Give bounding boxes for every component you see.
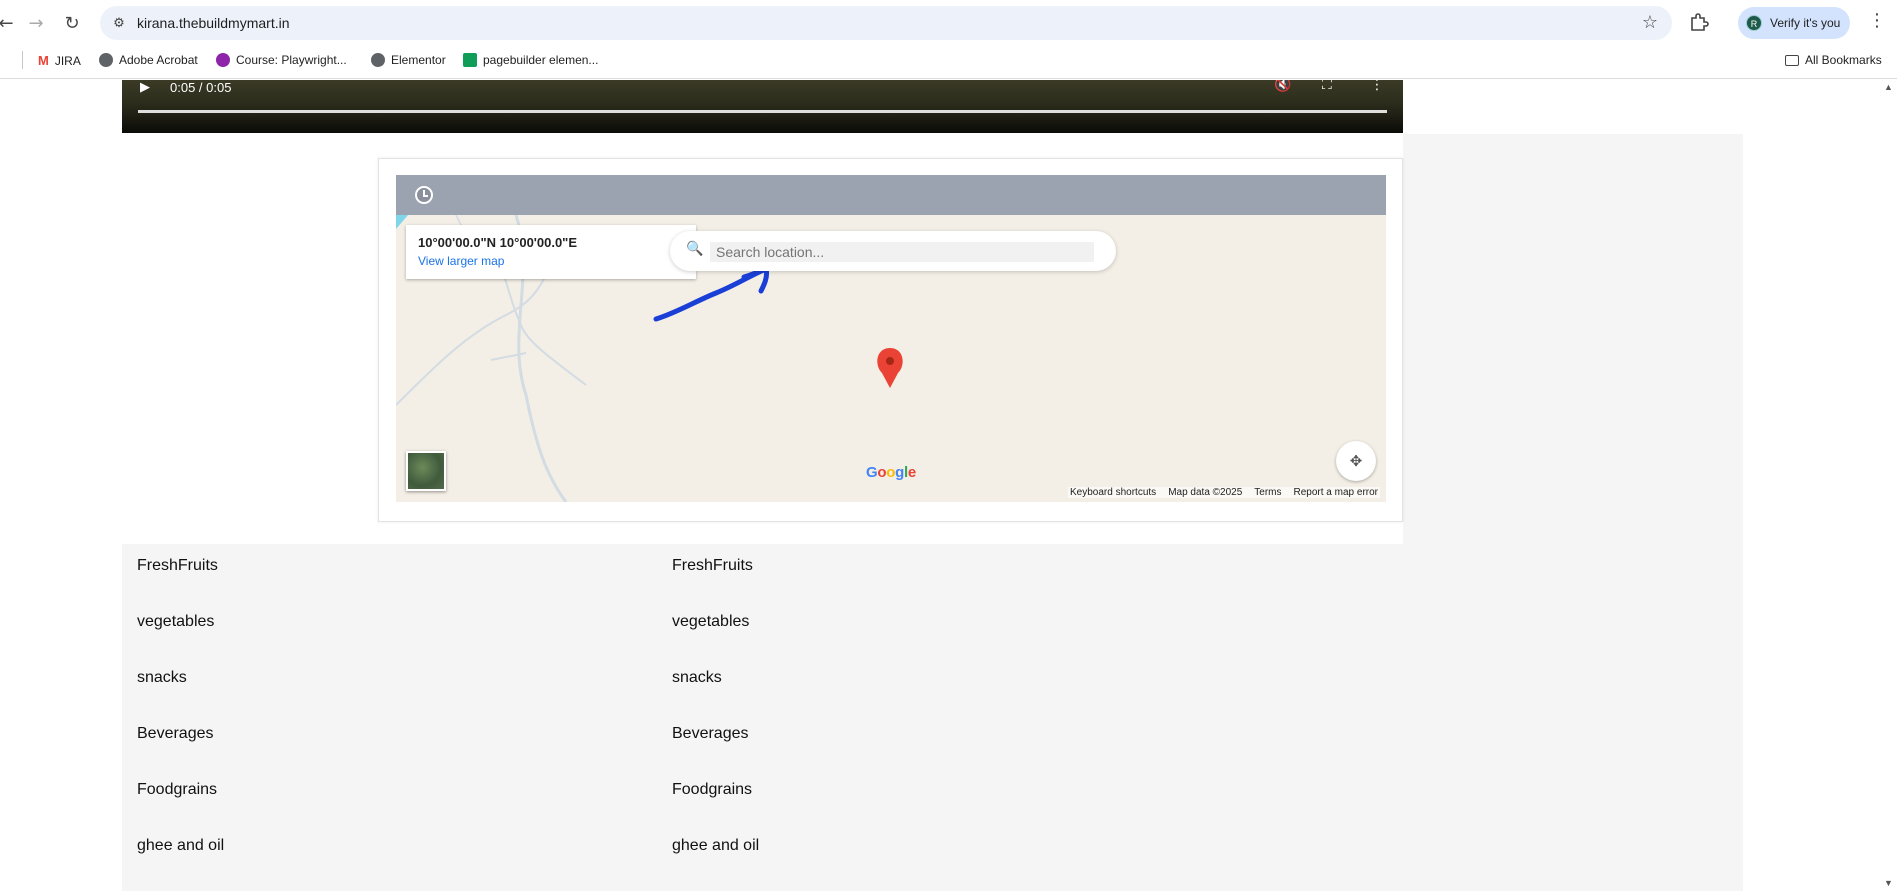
location-search[interactable]: 🔍 bbox=[670, 231, 1116, 271]
bookmark-adobe-acrobat[interactable]: Adobe Acrobat bbox=[99, 53, 198, 67]
side-panel bbox=[1403, 134, 1743, 544]
extensions-icon[interactable] bbox=[1687, 11, 1711, 35]
category-link-left[interactable]: FreshFruits bbox=[137, 557, 218, 575]
mute-icon[interactable]: 🔇 bbox=[1274, 80, 1291, 93]
folder-icon bbox=[1785, 54, 1799, 66]
map-widget: 10°00'00.0"N 10°00'00.0"E View larger ma… bbox=[378, 158, 1403, 522]
all-bookmarks-label: All Bookmarks bbox=[1805, 53, 1882, 67]
map-header bbox=[396, 175, 1386, 215]
bookmark-label: Elementor bbox=[391, 53, 446, 67]
bookmarks-divider bbox=[22, 51, 23, 69]
globe-icon bbox=[99, 53, 113, 67]
map-camera-controls-icon[interactable]: ✥ bbox=[1336, 441, 1376, 481]
apps-icon[interactable] bbox=[0, 53, 8, 65]
site-settings-icon[interactable]: ⚙ bbox=[110, 14, 128, 32]
bookmark-label: Adobe Acrobat bbox=[119, 53, 198, 67]
location-pin-icon[interactable] bbox=[877, 348, 903, 388]
video-player[interactable]: ▶ 0:05 / 0:05 🔇 ⛶ ⋮ bbox=[122, 80, 1403, 133]
browser-toolbar: ← → ↻ ⚙ kirana.thebuildmymart.in ☆ R Ver… bbox=[0, 0, 1897, 45]
bookmark-label: Course: Playwright... bbox=[236, 53, 347, 67]
bookmark-star-icon[interactable]: ☆ bbox=[1642, 12, 1658, 33]
report-map-error-link[interactable]: Report a map error bbox=[1294, 487, 1378, 498]
category-link-right[interactable]: ghee and oil bbox=[672, 837, 759, 855]
keyboard-shortcuts-link[interactable]: Keyboard shortcuts bbox=[1070, 487, 1156, 498]
all-bookmarks-button[interactable]: All Bookmarks bbox=[1785, 53, 1882, 67]
fullscreen-icon[interactable]: ⛶ bbox=[1322, 80, 1332, 93]
category-link-left[interactable]: snacks bbox=[137, 669, 187, 687]
category-link-right[interactable]: FreshFruits bbox=[672, 557, 753, 575]
bookmark-course-playwright[interactable]: Course: Playwright... bbox=[216, 53, 347, 67]
verify-profile-button[interactable]: R Verify it's you bbox=[1738, 7, 1850, 39]
category-link-left[interactable]: Beverages bbox=[137, 725, 214, 743]
category-link-right[interactable]: Beverages bbox=[672, 725, 749, 743]
scrollbar-down-arrow[interactable]: ▼ bbox=[1884, 878, 1893, 888]
category-link-left[interactable]: vegetables bbox=[137, 613, 214, 631]
reload-icon[interactable]: ↻ bbox=[60, 11, 84, 35]
category-list-area bbox=[122, 544, 1743, 891]
bookmark-label: JIRA bbox=[54, 53, 81, 68]
bookmark-label: pagebuilder elemen... bbox=[483, 53, 599, 67]
map-canvas[interactable]: 10°00'00.0"N 10°00'00.0"E View larger ma… bbox=[396, 215, 1386, 502]
bookmarks-bar: M JIRA Adobe Acrobat Course: Playwright.… bbox=[0, 45, 1897, 79]
category-link-left[interactable]: ghee and oil bbox=[137, 837, 224, 855]
forward-icon[interactable]: → bbox=[24, 11, 48, 35]
course-icon bbox=[216, 53, 230, 67]
globe-icon bbox=[371, 53, 385, 67]
browser-menu-icon[interactable]: ⋮ bbox=[1868, 10, 1886, 34]
url-text[interactable]: kirana.thebuildmymart.in bbox=[137, 15, 290, 31]
gmail-icon: M bbox=[38, 53, 49, 68]
avatar: R bbox=[1746, 15, 1762, 31]
category-link-right[interactable]: vegetables bbox=[672, 613, 749, 631]
view-larger-map-link[interactable]: View larger map bbox=[418, 254, 504, 268]
scrollbar-up-arrow[interactable]: ▲ bbox=[1884, 82, 1893, 92]
satellite-toggle-button[interactable] bbox=[406, 451, 446, 491]
coordinates-text: 10°00'00.0"N 10°00'00.0"E bbox=[418, 235, 578, 250]
address-bar[interactable]: ⚙ kirana.thebuildmymart.in ☆ bbox=[100, 6, 1672, 40]
bookmark-pagebuilder[interactable]: pagebuilder elemen... bbox=[463, 53, 598, 67]
google-logo: Google bbox=[866, 464, 916, 481]
play-icon[interactable]: ▶ bbox=[140, 80, 150, 95]
bookmark-jira[interactable]: M JIRA bbox=[38, 53, 81, 68]
search-location-input[interactable] bbox=[710, 242, 1094, 262]
clock-icon[interactable] bbox=[415, 186, 433, 204]
page-content: ▶ 0:05 / 0:05 🔇 ⛶ ⋮ 10°00'00.0"N 10°00'0… bbox=[0, 80, 1897, 891]
verify-label: Verify it's you bbox=[1770, 16, 1841, 30]
back-icon[interactable]: ← bbox=[0, 11, 18, 35]
category-link-right[interactable]: Foodgrains bbox=[672, 781, 752, 799]
place-card: 10°00'00.0"N 10°00'00.0"E View larger ma… bbox=[406, 225, 696, 279]
category-link-left[interactable]: Foodgrains bbox=[137, 781, 217, 799]
search-icon: 🔍 bbox=[686, 241, 704, 257]
map-footer: Keyboard shortcuts Map data ©2025 Terms … bbox=[1068, 487, 1380, 498]
map-data-text: Map data ©2025 bbox=[1168, 487, 1243, 498]
terms-link[interactable]: Terms bbox=[1254, 487, 1281, 498]
video-menu-icon[interactable]: ⋮ bbox=[1370, 80, 1384, 93]
bookmark-elementor[interactable]: Elementor bbox=[371, 53, 446, 67]
category-link-right[interactable]: snacks bbox=[672, 669, 722, 687]
video-time: 0:05 / 0:05 bbox=[170, 80, 232, 95]
sheets-icon bbox=[463, 53, 477, 67]
video-progress-bar[interactable] bbox=[138, 110, 1387, 113]
